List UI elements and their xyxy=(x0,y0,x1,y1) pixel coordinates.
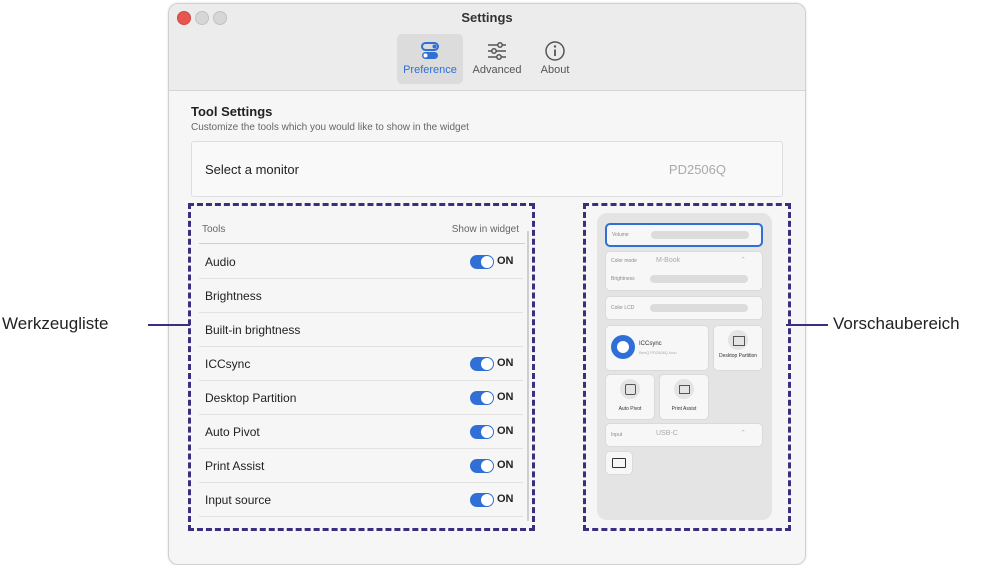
tools-list-callout: Werkzeugliste xyxy=(2,314,109,333)
monitor-selector[interactable]: Select a monitor PD2506Q xyxy=(191,141,783,197)
window-title: Settings xyxy=(461,10,513,25)
tab-about-label: About xyxy=(540,64,570,76)
tab-about[interactable]: About xyxy=(531,34,579,84)
title-bar: Settings xyxy=(169,4,805,32)
preview-area-callout: Vorschaubereich xyxy=(833,314,960,333)
monitor-selector-label: Select a monitor xyxy=(205,162,299,177)
sliders-icon xyxy=(488,42,506,60)
toggle-switches-icon xyxy=(421,42,439,59)
tools-list-highlight xyxy=(188,203,535,531)
section-subtitle: Customize the tools which you would like… xyxy=(191,122,469,133)
tab-advanced[interactable]: Advanced xyxy=(467,34,527,84)
preview-area-highlight xyxy=(583,203,791,531)
monitor-selector-value: PD2506Q xyxy=(668,162,726,177)
preferences-toolbar: Preference Advanced About xyxy=(169,32,805,91)
info-icon xyxy=(545,41,565,61)
preview-area-leader-line xyxy=(786,324,828,326)
tab-advanced-label: Advanced xyxy=(472,64,522,76)
section-title: Tool Settings xyxy=(191,104,273,119)
tab-preference-label: Preference xyxy=(403,64,457,76)
tools-list-leader-line xyxy=(148,324,190,326)
tab-preference[interactable]: Preference xyxy=(397,34,463,84)
